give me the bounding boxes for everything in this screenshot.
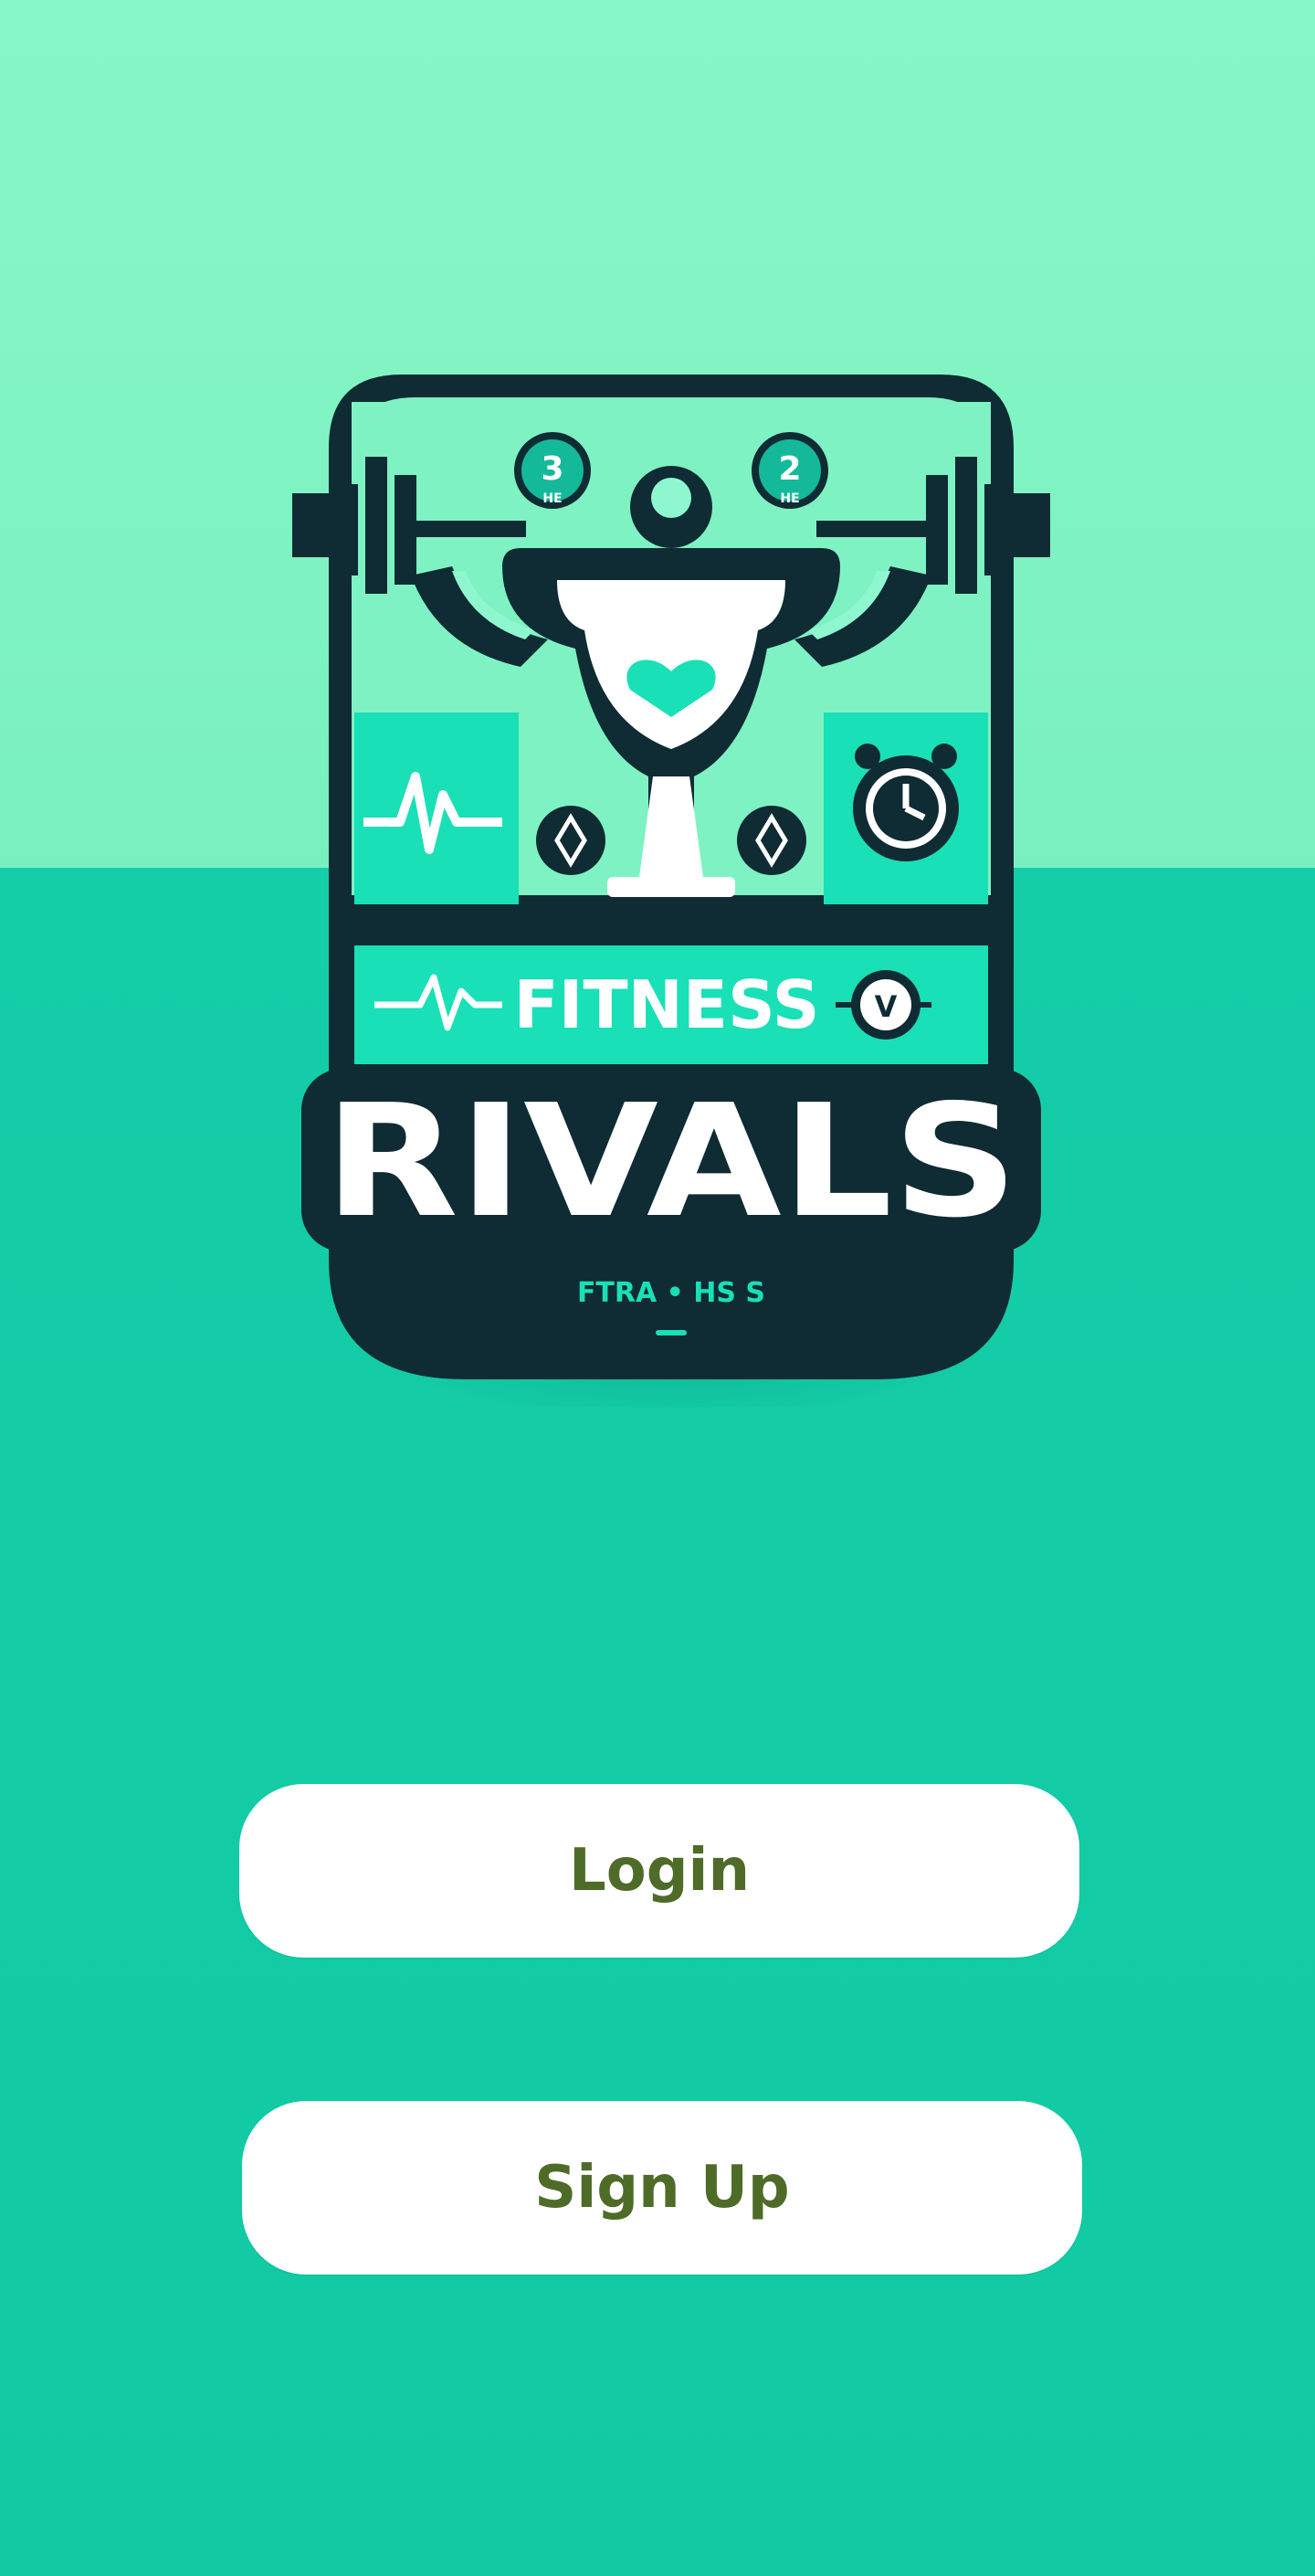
logo-tagline: FTRA • HS S — [577, 1277, 765, 1309]
svg-text:V: V — [875, 989, 898, 1024]
welcome-screen: 3 HE 2 HE FITNESS V RIVALS FTRA • HS S L… — [0, 0, 1315, 2576]
badge-left-number: 3 — [541, 450, 563, 488]
badge-right-sub: HE — [780, 491, 799, 506]
logo-fitness-text: FITNESS — [513, 966, 819, 1043]
fitness-rivals-logo: 3 HE 2 HE FITNESS V RIVALS FTRA • HS S — [292, 347, 1050, 1407]
stopwatch-icon — [853, 744, 959, 861]
login-button[interactable]: Login — [239, 1784, 1079, 1958]
badge-right-number: 2 — [778, 450, 801, 488]
sign-up-button[interactable]: Sign Up — [242, 2101, 1082, 2275]
logo-rivals-text: RIVALS — [324, 1072, 1018, 1252]
badge-left-sub: HE — [542, 491, 562, 506]
